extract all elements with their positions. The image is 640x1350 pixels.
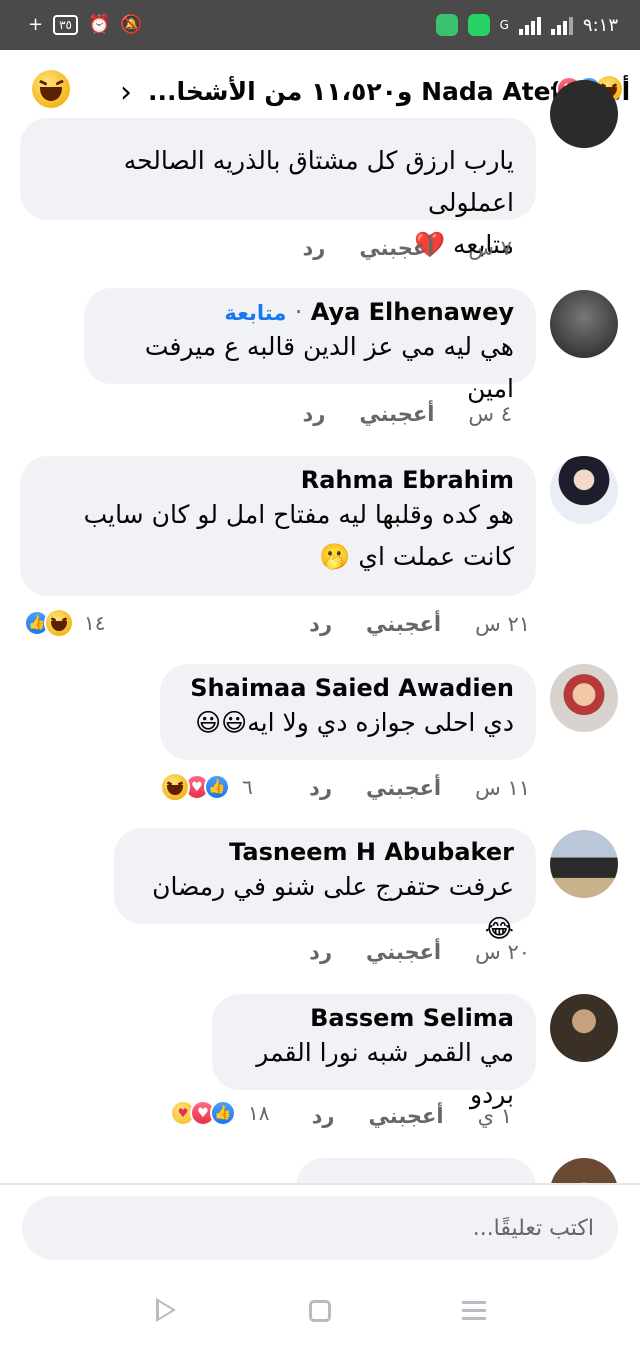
comment-text-line: عرفت حتفرج على شنو في رمضان😂: [152, 872, 514, 943]
comment-item: يارب ارزق كل مشتاق بالذريه الصالحه اعملو…: [0, 80, 640, 268]
comment-time: ٤ س: [468, 402, 512, 426]
chevron-right-icon[interactable]: ›: [120, 78, 132, 108]
commenter-name-text[interactable]: Aya Elhenawey: [311, 298, 514, 326]
reply-button[interactable]: رد: [312, 1104, 335, 1128]
plus-icon: +: [28, 14, 44, 35]
comment-text-line: يارب ارزق كل مشتاق بالذريه الصالحه اعملو…: [123, 146, 514, 217]
commenter-name[interactable]: Rahma Ebrahim: [42, 466, 514, 494]
like-button[interactable]: أعجبني: [366, 776, 441, 800]
alarm-icon: ⏰: [87, 14, 111, 35]
status-right: G ٩:١٣: [435, 14, 618, 36]
avatar[interactable]: [550, 80, 618, 148]
network-type: G: [499, 18, 509, 32]
reply-button[interactable]: رد: [302, 236, 325, 260]
reply-button[interactable]: رد: [309, 776, 332, 800]
status-left: + ٣٥ ⏰ 🔕: [28, 14, 143, 35]
comment-bubble[interactable]: Shaimaa Saied Awadien دي احلى جوازه دي و…: [160, 664, 536, 760]
reply-button[interactable]: رد: [309, 612, 332, 636]
comment-actions: ١ ي أعجبني رد: [312, 1104, 512, 1128]
comment-item: Bassem Selima مي القمر شبه نورا القمر بر…: [0, 994, 640, 1144]
comment-item-partial: [0, 1156, 640, 1183]
comment-bubble[interactable]: [296, 1158, 536, 1183]
haha-reaction-icon: [160, 772, 190, 802]
back-nav-icon[interactable]: [156, 1298, 176, 1322]
comment-item: Rahma Ebrahim هو كده وقلبها ليه مفتاح ام…: [0, 456, 640, 646]
system-nav-bar: [0, 1270, 640, 1350]
name-separator: ·: [294, 298, 303, 326]
signal-2-icon: [550, 15, 573, 35]
comment-bubble[interactable]: يارب ارزق كل مشتاق بالذريه الصالحه اعملو…: [20, 118, 536, 259]
like-button[interactable]: أعجبني: [366, 940, 441, 964]
comment-actions: ٧ س أعجبني رد: [302, 236, 512, 260]
comment-bubble[interactable]: Tasneem H Abubaker عرفت حتفرج على شنو في…: [114, 828, 536, 943]
comment-composer[interactable]: [22, 1196, 618, 1260]
avatar[interactable]: [550, 830, 618, 898]
like-button[interactable]: أعجبني: [359, 402, 434, 426]
like-button[interactable]: أعجبني: [359, 236, 434, 260]
reaction-count[interactable]: 👍 ١٤: [24, 608, 105, 638]
avatar[interactable]: [550, 456, 618, 524]
comment-bubble[interactable]: Bassem Selima مي القمر شبه نورا القمر بر…: [212, 994, 536, 1109]
comment-text-line: هي ليه مي عز الدين قالبه ع ميرفت امين: [144, 332, 514, 403]
composer-divider: [0, 1183, 640, 1185]
comment-actions: ١١ س أعجبني رد: [309, 776, 530, 800]
comment-bubble[interactable]: متابعة · Aya Elhenawey هي ليه مي عز الدي…: [84, 288, 536, 403]
commenter-name[interactable]: Tasneem H Abubaker: [136, 838, 514, 866]
like-button[interactable]: أعجبني: [366, 612, 441, 636]
battery-saver-badge: ٣٥: [53, 14, 78, 35]
comment-time: ٢١ س: [475, 612, 530, 636]
comment-bubble[interactable]: Rahma Ebrahim هو كده وقلبها ليه مفتاح ام…: [20, 456, 536, 596]
comment-actions: ٤ س أعجبني رد: [302, 402, 512, 426]
mute-icon: 🔕: [120, 14, 143, 35]
commenter-name[interactable]: متابعة · Aya Elhenawey: [106, 298, 514, 326]
whatsapp-icon: [467, 14, 490, 36]
avatar[interactable]: [550, 290, 618, 358]
commenter-name[interactable]: Bassem Selima: [234, 1004, 514, 1032]
haha-reaction-icon: [44, 608, 74, 638]
like-reaction-icon: 👍: [204, 774, 230, 800]
comment-text-line: دي احلى جوازه دي ولا ايه😃😃: [195, 708, 514, 737]
comment-item: Tasneem H Abubaker عرفت حتفرج على شنو في…: [0, 828, 640, 978]
reaction-badges: 👍: [24, 608, 74, 638]
comment-input[interactable]: [22, 1196, 618, 1260]
comment-actions: ٢١ س أعجبني رد: [309, 612, 530, 636]
reaction-badges: ♥ 👍: [160, 772, 230, 802]
commenter-name[interactable]: Shaimaa Saied Awadien: [182, 674, 514, 702]
comment-item: متابعة · Aya Elhenawey هي ليه مي عز الدي…: [0, 288, 640, 438]
comment-time: ١ ي: [477, 1104, 512, 1128]
follow-link[interactable]: متابعة: [224, 301, 286, 325]
comment-time: ٧ س: [468, 236, 512, 260]
clock: ٩:١٣: [582, 14, 618, 36]
comment-actions: ٢٠ س أعجبني رد: [309, 940, 530, 964]
reaction-badges: ♥ ♥ 👍: [170, 1100, 236, 1126]
avatar[interactable]: [550, 664, 618, 732]
comment-text-line: كانت عملت اي 🫢: [319, 542, 514, 571]
haha-reaction-icon[interactable]: [32, 70, 70, 108]
status-bar: + ٣٥ ⏰ 🔕 G ٩:١٣: [0, 0, 640, 50]
comment-item: Shaimaa Saied Awadien دي احلى جوازه دي و…: [0, 664, 640, 814]
comment-text-line: هو كده وقلبها ليه مفتاح امل لو كان سايب: [83, 500, 514, 529]
signal-icon: [518, 15, 541, 35]
comment-time: ١١ س: [475, 776, 530, 800]
comment-time: ٢٠ س: [475, 940, 530, 964]
app-notification-icon: [435, 14, 458, 36]
reply-button[interactable]: رد: [302, 402, 325, 426]
avatar[interactable]: [550, 994, 618, 1062]
reaction-count-number: ١٤: [84, 611, 106, 635]
like-reaction-icon: 👍: [210, 1100, 236, 1126]
recents-nav-icon[interactable]: [462, 1301, 486, 1325]
reply-button[interactable]: رد: [309, 940, 332, 964]
reaction-count-number: ٦: [242, 775, 253, 799]
reaction-count[interactable]: ♥ ♥ 👍 ١٨: [170, 1100, 269, 1126]
like-button[interactable]: أعجبني: [369, 1104, 444, 1128]
avatar[interactable]: [550, 1158, 618, 1183]
home-nav-icon[interactable]: [309, 1300, 331, 1322]
reaction-count[interactable]: ♥ 👍 ٦: [160, 772, 253, 802]
reaction-count-number: ١٨: [248, 1101, 270, 1125]
